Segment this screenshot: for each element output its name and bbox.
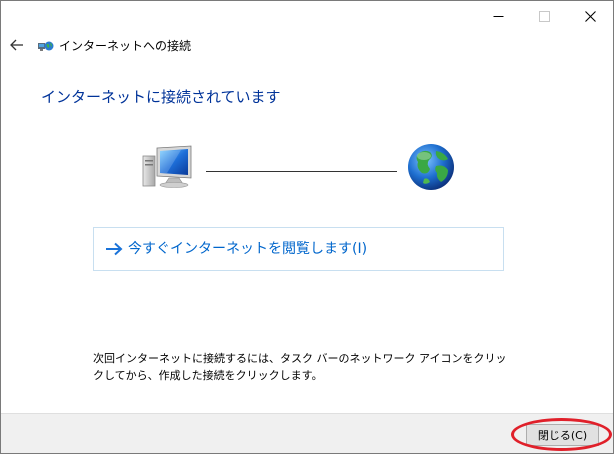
back-arrow-icon: [10, 39, 23, 51]
page-heading: インターネットに接続されています: [41, 88, 281, 106]
minimize-icon: [493, 15, 503, 17]
maximize-button: [521, 1, 567, 31]
network-connection-icon: [38, 41, 54, 51]
window-controls: [475, 1, 613, 31]
help-text: 次回インターネットに接続するには、タスク バーのネットワーク アイコンをクリッ …: [93, 350, 513, 384]
connection-line: [206, 171, 397, 172]
help-text-line: 次回インターネットに接続するには、タスク バーのネットワーク アイコンをクリッ: [93, 352, 507, 365]
close-window-button[interactable]: [567, 1, 613, 31]
back-button[interactable]: [7, 35, 27, 55]
help-text-line: クしてから、作成した接続をクリックします。: [93, 369, 323, 382]
arrow-right-icon: [100, 242, 128, 256]
minimize-button[interactable]: [475, 1, 521, 31]
window-title: インターネットへの接続: [59, 39, 192, 53]
maximize-icon: [538, 10, 550, 22]
dialog-window: インターネットへの接続 インターネットに接続されています 今すぐインターネットを…: [0, 0, 614, 454]
computer-icon: [142, 145, 192, 188]
close-button[interactable]: 閉じる(C): [526, 424, 599, 446]
globe-icon: [408, 144, 454, 190]
close-icon: [584, 10, 596, 22]
browse-internet-link[interactable]: 今すぐインターネットを閲覧します(I): [93, 227, 504, 271]
browse-internet-label: 今すぐインターネットを閲覧します(I): [128, 241, 368, 257]
dialog-footer: 閉じる(C): [1, 413, 613, 453]
